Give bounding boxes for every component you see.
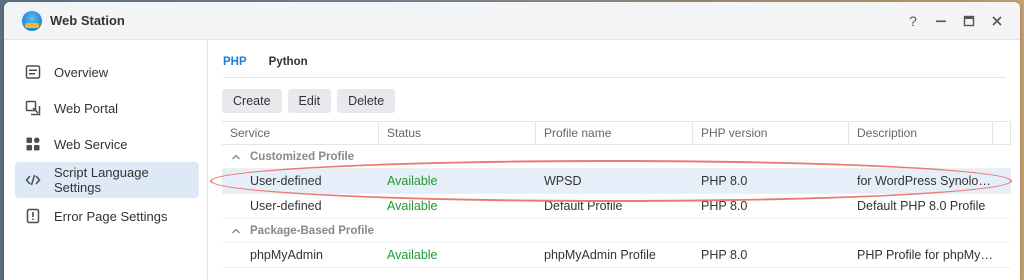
- group-header-customized-profile[interactable]: Customized Profile: [222, 145, 1011, 169]
- table-header: Service Status Profile name PHP version …: [222, 121, 1011, 145]
- column-header-status[interactable]: Status: [379, 122, 536, 144]
- cell-php-version: PHP 8.0: [701, 174, 748, 188]
- window-title: Web Station: [50, 13, 125, 28]
- description-text: PHP Profile for phpMyAdmin: [857, 247, 993, 262]
- sidebar-item-label: Web Service: [54, 136, 128, 152]
- sidebar-item-web-portal[interactable]: Web Portal: [15, 90, 199, 126]
- web-portal-icon: [25, 100, 41, 116]
- sidebar-item-label: Web Portal: [54, 100, 119, 116]
- close-icon: [992, 16, 1002, 26]
- cell-status: Available: [387, 199, 438, 213]
- group-header-package-based-profile[interactable]: Package-Based Profile: [222, 219, 1011, 243]
- minimize-button[interactable]: [932, 11, 950, 31]
- column-header-description[interactable]: Description: [849, 122, 993, 144]
- sidebar-item-label: Error Page Settings: [54, 208, 168, 224]
- sidebar-item-label: Overview: [54, 64, 109, 80]
- help-icon: ?: [909, 13, 917, 29]
- edit-button[interactable]: Edit: [287, 89, 332, 113]
- chevron-up-icon: [232, 154, 240, 159]
- window-controls: ?: [904, 11, 1006, 31]
- column-header-service[interactable]: Service: [222, 122, 379, 144]
- sidebar: Overview Web Portal Web Service Script L…: [4, 40, 208, 280]
- cell-service: User-defined: [250, 199, 322, 213]
- cell-service: phpMyAdmin: [250, 248, 323, 262]
- chevron-up-icon: [232, 228, 240, 233]
- sidebar-item-overview[interactable]: Overview: [15, 54, 199, 90]
- cell-description: Default PHP 8.0 Profile: [849, 194, 993, 218]
- tab-divider: [223, 77, 1006, 78]
- maximize-button[interactable]: [960, 11, 978, 31]
- minimize-icon: [936, 20, 946, 23]
- create-button[interactable]: Create: [222, 89, 282, 113]
- toolbar: Create Edit Delete: [222, 89, 396, 113]
- column-header-spacer: [993, 122, 1011, 144]
- sidebar-item-label: Script Language Settings: [54, 165, 149, 195]
- cell-profile-name: phpMyAdmin Profile: [544, 248, 656, 262]
- table-row[interactable]: User-defined Available WPSD PHP 8.0 for …: [222, 169, 1011, 194]
- code-icon: [25, 174, 41, 186]
- web-station-window: Web Station ? Overview Web Portal Web Se…: [4, 2, 1020, 280]
- overview-icon: [25, 65, 41, 79]
- cell-php-version: PHP 8.0: [701, 199, 748, 213]
- cell-profile-name: WPSD: [544, 174, 582, 188]
- group-title: Customized Profile: [250, 150, 355, 163]
- group-title: Package-Based Profile: [250, 224, 375, 237]
- description-text: for WordPress Synology Deployment: [857, 173, 993, 188]
- cell-status: Available: [387, 174, 438, 188]
- sidebar-item-error-page-settings[interactable]: Error Page Settings: [15, 198, 199, 234]
- table-row[interactable]: User-defined Available Default Profile P…: [222, 194, 1011, 219]
- delete-button[interactable]: Delete: [337, 89, 396, 113]
- title-bar[interactable]: Web Station ?: [4, 2, 1020, 40]
- tab-python[interactable]: Python: [269, 56, 308, 73]
- maximize-icon: [963, 15, 975, 27]
- help-button[interactable]: ?: [904, 11, 922, 31]
- description-text: Default PHP 8.0 Profile: [857, 198, 986, 213]
- cell-service: User-defined: [250, 174, 322, 188]
- column-header-php-version[interactable]: PHP version: [693, 122, 849, 144]
- tab-bar: PHP Python: [223, 56, 308, 73]
- cell-description: for WordPress Synology Deployment: [849, 169, 993, 193]
- cell-status: Available: [387, 248, 438, 262]
- web-service-icon: [26, 137, 40, 151]
- table-row[interactable]: phpMyAdmin Available phpMyAdmin Profile …: [222, 243, 1011, 268]
- sidebar-item-script-language-settings[interactable]: Script Language Settings: [15, 162, 199, 198]
- cell-description: PHP Profile for phpMyAdmin: [849, 243, 993, 267]
- profile-table: Service Status Profile name PHP version …: [222, 121, 1011, 268]
- main-panel: PHP Python Create Edit Delete Service St…: [209, 40, 1020, 280]
- column-header-profile-name[interactable]: Profile name: [536, 122, 693, 144]
- sidebar-item-web-service[interactable]: Web Service: [15, 126, 199, 162]
- web-station-app-icon: [22, 11, 42, 31]
- cell-profile-name: Default Profile: [544, 199, 623, 213]
- error-page-icon: [26, 208, 40, 224]
- cell-php-version: PHP 8.0: [701, 248, 748, 262]
- close-button[interactable]: [988, 11, 1006, 31]
- tab-php[interactable]: PHP: [223, 56, 247, 73]
